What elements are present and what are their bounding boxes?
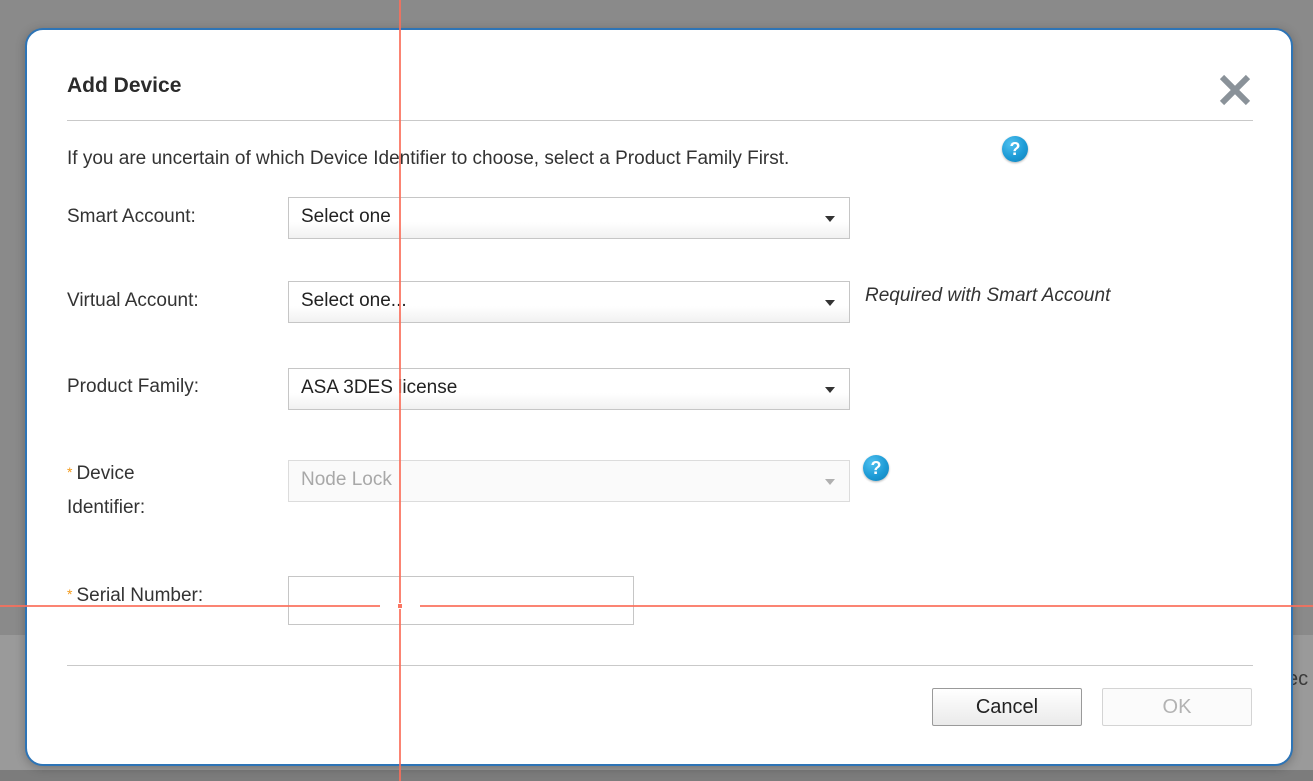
product-family-label: Product Family: — [67, 376, 199, 397]
device-identifier-label-line1: Device — [76, 463, 135, 484]
cancel-button[interactable]: Cancel — [932, 688, 1082, 726]
device-identifier-label: * Device Identifier: — [67, 455, 145, 525]
virtual-account-label: Virtual Account: — [67, 290, 199, 311]
chevron-down-icon — [825, 479, 835, 485]
virtual-account-select[interactable]: Select one... — [288, 281, 850, 323]
smart-account-label: Smart Account: — [67, 206, 196, 227]
chevron-down-icon — [825, 300, 835, 306]
dialog-title: Add Device — [67, 74, 182, 97]
device-identifier-label-line2: Identifier: — [67, 497, 146, 518]
crosshair-vertical-line — [399, 0, 401, 781]
virtual-account-value: Select one... — [301, 290, 407, 311]
device-identifier-value: Node Lock — [301, 469, 392, 490]
background-bottom-bar — [0, 770, 1313, 781]
crosshair-horizontal-line — [0, 605, 1313, 607]
product-family-value: ASA 3DES license — [301, 377, 458, 398]
serial-number-label: * Serial Number: — [67, 577, 203, 613]
device-identifier-select: Node Lock — [288, 460, 850, 502]
smart-account-value: Select one — [301, 206, 391, 227]
serial-number-input[interactable] — [288, 576, 634, 625]
virtual-account-hint: Required with Smart Account — [865, 285, 1111, 306]
footer-divider — [67, 665, 1253, 666]
crosshair-center-dot — [398, 604, 402, 608]
intro-text: If you are uncertain of which Device Ide… — [67, 148, 790, 169]
help-icon[interactable]: ? — [1002, 136, 1028, 162]
serial-number-label-text: Serial Number: — [76, 585, 204, 606]
smart-account-select[interactable]: Select one — [288, 197, 850, 239]
device-identifier-help-icon[interactable]: ? — [863, 455, 889, 481]
header-divider — [67, 120, 1253, 121]
ok-button[interactable]: OK — [1102, 688, 1252, 726]
product-family-select[interactable]: ASA 3DES license — [288, 368, 850, 410]
required-star-icon: * — [67, 464, 73, 480]
chevron-down-icon — [825, 387, 835, 393]
close-icon[interactable] — [1215, 70, 1255, 110]
add-device-dialog: Add Device If you are uncertain of which… — [25, 28, 1293, 766]
required-star-icon: * — [67, 586, 73, 602]
chevron-down-icon — [825, 216, 835, 222]
